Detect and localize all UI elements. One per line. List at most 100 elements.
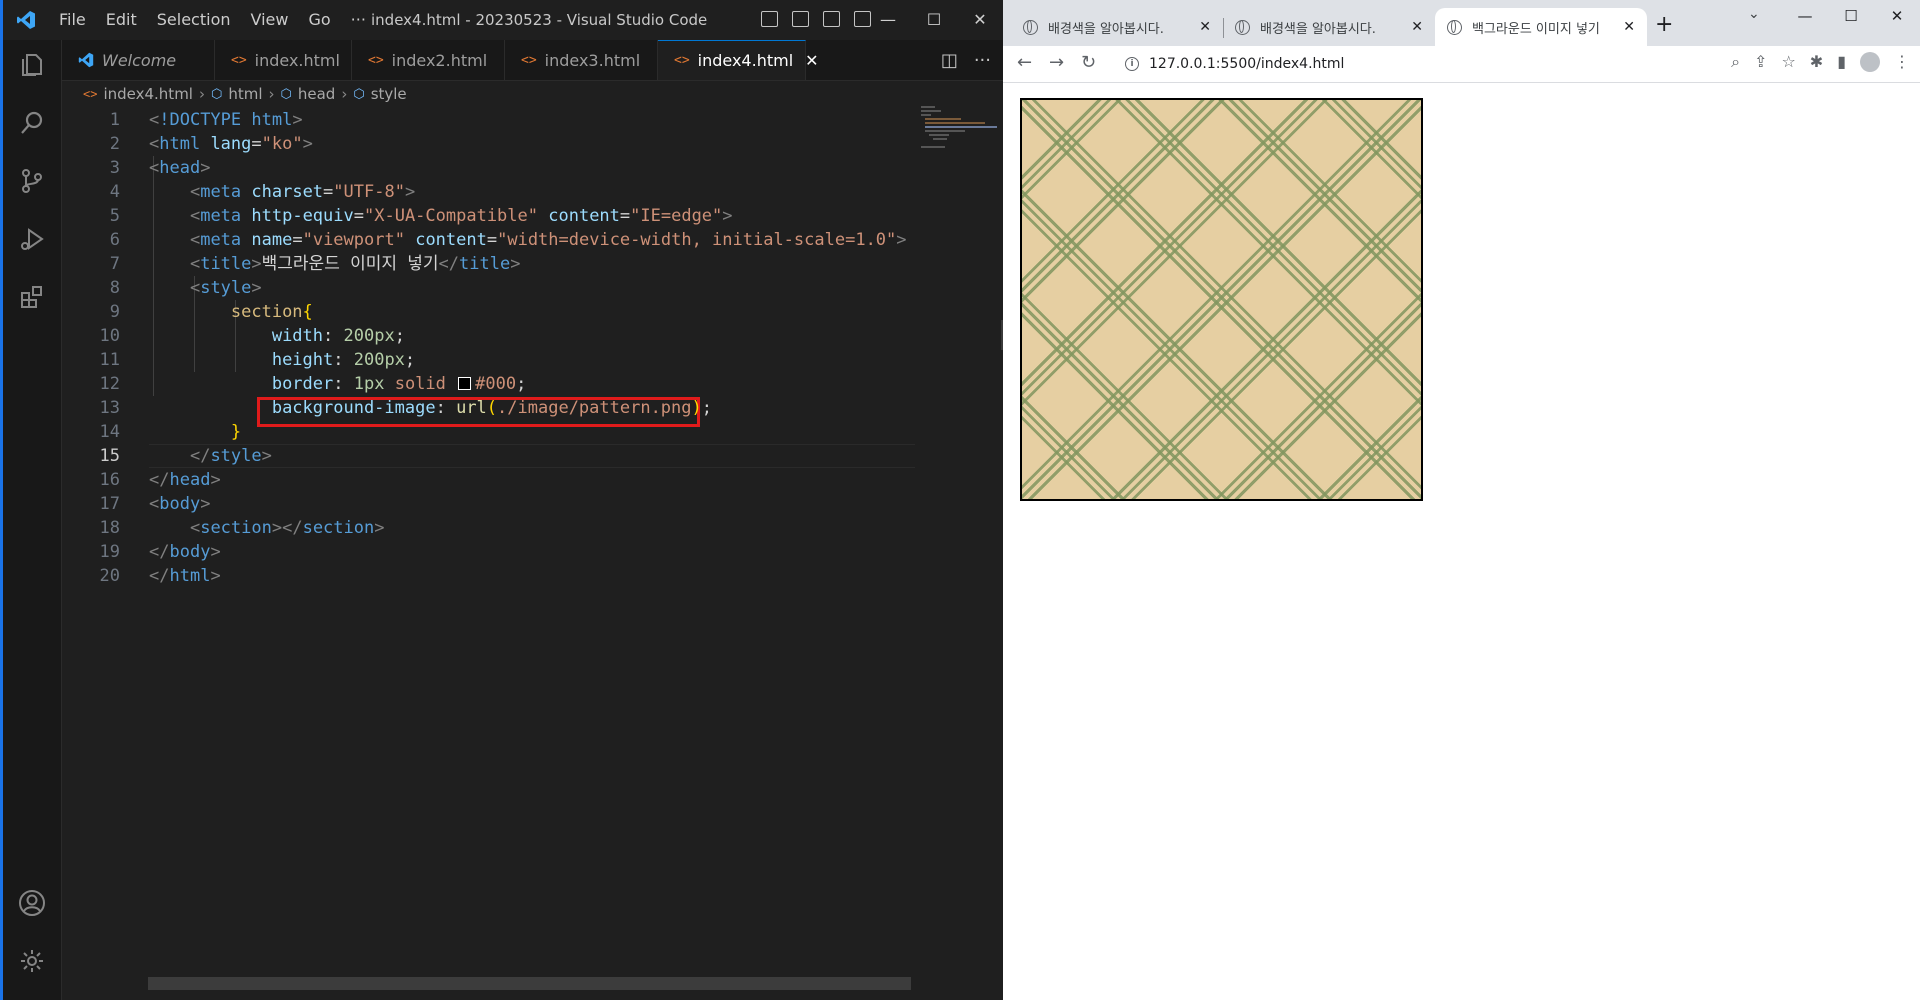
menu-edit[interactable]: Edit bbox=[96, 0, 147, 40]
run-debug-icon[interactable] bbox=[15, 222, 49, 256]
new-tab-icon[interactable]: + bbox=[1655, 12, 1673, 37]
minimize-icon[interactable]: — bbox=[1782, 0, 1828, 32]
element-icon: ⬡ bbox=[280, 86, 292, 102]
vscode-logo-icon[interactable] bbox=[3, 0, 49, 40]
line-number: 8 bbox=[109, 278, 120, 298]
breadcrumb-head[interactable]: head bbox=[298, 85, 335, 103]
code-text: <section></section> bbox=[189, 518, 385, 538]
breadcrumb-file[interactable]: index4.html bbox=[103, 85, 193, 103]
menu-go[interactable]: Go bbox=[298, 0, 340, 40]
code-text: width: 200px; bbox=[271, 326, 405, 346]
close-tab-icon[interactable]: ✕ bbox=[805, 51, 818, 70]
settings-gear-icon[interactable] bbox=[15, 944, 49, 978]
element-icon: ⬡ bbox=[353, 86, 365, 102]
tab-welcome[interactable]: Welcome bbox=[62, 40, 215, 80]
tab-label: index4.html bbox=[697, 51, 794, 70]
code-text: height: 200px; bbox=[271, 350, 416, 370]
search-icon[interactable] bbox=[15, 106, 49, 140]
code-text: <body> bbox=[149, 494, 211, 514]
tab-index3[interactable]: <> index3.html bbox=[505, 40, 658, 80]
forward-arrow-icon[interactable]: → bbox=[1049, 52, 1064, 73]
chevron-down-icon[interactable]: ⌄ bbox=[1748, 6, 1760, 22]
split-editor-icon[interactable]: ◫ bbox=[941, 50, 958, 71]
editor-tabs: Welcome <> index.html <> index2.html <> … bbox=[62, 40, 1003, 81]
tab-index4[interactable]: <> index4.html ✕ bbox=[658, 40, 819, 80]
globe-icon bbox=[1023, 19, 1038, 35]
zoom-icon[interactable]: ⌕ bbox=[1731, 52, 1740, 72]
toggle-panel-icon[interactable] bbox=[792, 11, 809, 27]
maximize-icon[interactable]: ☐ bbox=[911, 0, 957, 40]
browser-tab-3[interactable]: 백그라운드 이미지 넣기 ✕ bbox=[1435, 8, 1647, 46]
chevron-right-icon: › bbox=[268, 85, 275, 103]
close-tab-icon[interactable]: ✕ bbox=[1623, 19, 1635, 35]
tab-index2[interactable]: <> index2.html bbox=[352, 40, 505, 80]
share-icon[interactable]: ⇪ bbox=[1754, 52, 1767, 72]
code-text: section{ bbox=[230, 302, 313, 322]
toggle-primary-sidebar-icon[interactable] bbox=[761, 11, 778, 27]
code-text: <!DOCTYPE html> bbox=[149, 110, 303, 130]
extensions-puzzle-icon[interactable]: ✱ bbox=[1810, 52, 1823, 72]
extensions-icon[interactable] bbox=[15, 280, 49, 314]
element-icon: ⬡ bbox=[210, 86, 223, 102]
minimize-icon[interactable]: — bbox=[865, 0, 911, 40]
maximize-icon[interactable]: ☐ bbox=[1828, 0, 1874, 32]
code-text: </style> bbox=[189, 446, 272, 466]
rendered-page bbox=[1003, 83, 1920, 1000]
line-number: 18 bbox=[99, 518, 120, 538]
close-window-icon[interactable]: ✕ bbox=[1874, 0, 1920, 32]
tab-label: index.html bbox=[254, 50, 340, 70]
layout-controls bbox=[761, 11, 871, 27]
back-arrow-icon[interactable]: ← bbox=[1017, 52, 1032, 73]
activity-bar bbox=[3, 40, 62, 1000]
bookmark-star-icon[interactable]: ☆ bbox=[1781, 52, 1795, 72]
menu-file[interactable]: File bbox=[49, 0, 96, 40]
line-number: 20 bbox=[99, 566, 120, 586]
minimap[interactable] bbox=[921, 104, 1001, 154]
breadcrumb-style[interactable]: style bbox=[371, 85, 407, 103]
close-window-icon[interactable]: ✕ bbox=[957, 0, 1003, 40]
line-number: 19 bbox=[99, 542, 120, 562]
chevron-right-icon: › bbox=[198, 85, 205, 103]
menu-selection[interactable]: Selection bbox=[147, 0, 241, 40]
browser-tab-1[interactable]: 배경색을 알아봅시다. ✕ bbox=[1011, 8, 1223, 46]
color-swatch-icon[interactable] bbox=[458, 377, 472, 390]
browser-tab-strip: 배경색을 알아봅시다. ✕ 배경색을 알아봅시다. ✕ 백그라운드 이미지 넣기… bbox=[1003, 0, 1920, 46]
close-tab-icon[interactable]: ✕ bbox=[1411, 19, 1423, 35]
line-number: 7 bbox=[109, 254, 120, 274]
window-title: index4.html - 20230523 - Visual Studio C… bbox=[371, 11, 708, 29]
account-icon[interactable] bbox=[15, 886, 49, 920]
chevron-right-icon: › bbox=[341, 85, 348, 103]
url-text: 127.0.0.1:5500/index4.html bbox=[1149, 56, 1345, 72]
tab-label: Welcome bbox=[102, 50, 177, 70]
code-text: } bbox=[230, 422, 242, 442]
browser-menu-icon[interactable]: ⋮ bbox=[1894, 52, 1910, 72]
browser-window-controls: — ☐ ✕ bbox=[1782, 0, 1920, 32]
explorer-icon[interactable] bbox=[15, 48, 49, 82]
browser-toolbar: ← → ↻ i 127.0.0.1:5500/index4.html ⌕ ⇪ ☆… bbox=[1003, 46, 1920, 83]
line-number: 9 bbox=[109, 302, 120, 322]
horizontal-scrollbar[interactable] bbox=[148, 977, 911, 990]
close-tab-icon[interactable]: ✕ bbox=[1199, 19, 1211, 35]
vscode-window-controls: — ☐ ✕ bbox=[865, 0, 1003, 40]
address-bar[interactable]: i 127.0.0.1:5500/index4.html bbox=[1113, 49, 1713, 79]
line-number: 10 bbox=[99, 326, 120, 346]
menu-view[interactable]: View bbox=[241, 0, 299, 40]
code-text: background-image: url(./image/pattern.pn… bbox=[271, 398, 713, 418]
more-actions-icon[interactable]: ··· bbox=[974, 50, 991, 71]
browser-tab-2[interactable]: 배경색을 알아봅시다. ✕ bbox=[1223, 8, 1435, 46]
source-control-icon[interactable] bbox=[15, 164, 49, 198]
html-file-icon: <> bbox=[368, 52, 384, 68]
reload-icon[interactable]: ↻ bbox=[1081, 52, 1096, 73]
breadcrumb: <> index4.html › ⬡ html › ⬡ head › ⬡ sty… bbox=[83, 82, 407, 106]
site-info-icon[interactable]: i bbox=[1125, 57, 1139, 71]
toggle-secondary-sidebar-icon[interactable] bbox=[823, 11, 840, 27]
breadcrumb-html[interactable]: html bbox=[228, 85, 262, 103]
line-number: 1 bbox=[109, 110, 120, 130]
line-number: 6 bbox=[109, 230, 120, 250]
side-panel-icon[interactable]: ▮ bbox=[1837, 52, 1846, 72]
code-text: <html lang="ko"> bbox=[149, 134, 313, 154]
code-text: <title>백그라운드 이미지 넣기</title> bbox=[189, 254, 521, 274]
code-editor[interactable]: 1 <!DOCTYPE html> 2 <html lang="ko"> 3 <head>… bbox=[62, 108, 915, 978]
tab-index[interactable]: <> index.html bbox=[215, 40, 352, 80]
profile-avatar-icon[interactable] bbox=[1860, 52, 1880, 72]
